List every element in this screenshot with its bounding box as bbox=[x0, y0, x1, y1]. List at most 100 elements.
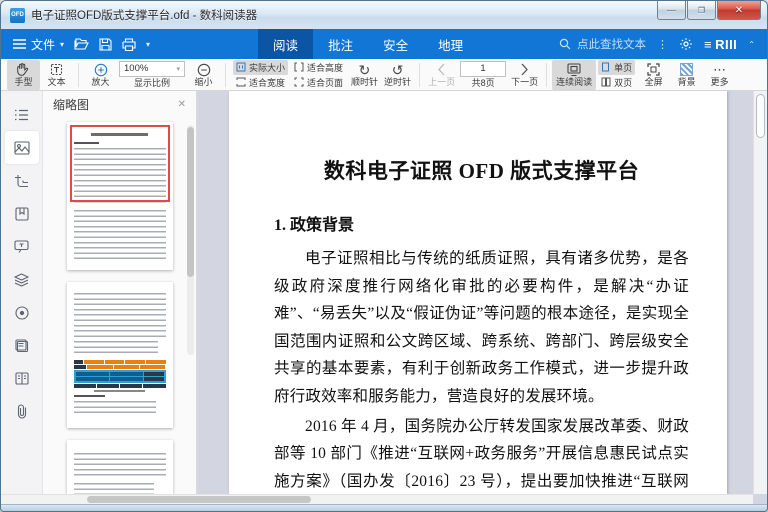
file-menu-label: 文件 bbox=[31, 36, 55, 53]
more-icon: ⋯ bbox=[713, 62, 726, 77]
double-page-icon bbox=[601, 77, 611, 87]
zoom-scale-label: 显示比例 bbox=[134, 78, 170, 89]
search-placeholder: 点此查找文本 bbox=[577, 36, 646, 52]
chevron-down-icon: ▾ bbox=[60, 40, 64, 49]
thumbnail-page-1[interactable] bbox=[67, 122, 173, 270]
quickbar-expand-icon[interactable]: ▾ bbox=[146, 40, 150, 49]
thumbnail-page-2[interactable] bbox=[67, 282, 173, 428]
destination-panel-icon[interactable] bbox=[5, 296, 39, 329]
document-view[interactable]: 数科电子证照 OFD 版式支撑平台 1. 政策背景 电子证照相比与传统的纸质证照… bbox=[197, 91, 767, 504]
document-page[interactable]: 数科电子证照 OFD 版式支撑平台 1. 政策背景 电子证照相比与传统的纸质证照… bbox=[229, 91, 727, 504]
print-icon[interactable] bbox=[122, 38, 136, 51]
text-select-icon bbox=[50, 62, 63, 77]
sidebar-icon-strip bbox=[1, 91, 43, 504]
tab-annotate[interactable]: 批注 bbox=[313, 29, 368, 59]
zoom-level-select[interactable]: 100% ▾ bbox=[119, 61, 185, 77]
text-tool-label: 文本 bbox=[47, 77, 65, 88]
rotate-cw-label: 顺时针 bbox=[351, 77, 378, 88]
rotate-clockwise-button[interactable]: ↻ 顺时针 bbox=[348, 60, 381, 90]
fullscreen-button[interactable]: 全屏 bbox=[637, 60, 670, 90]
tab-read[interactable]: 阅读 bbox=[258, 29, 313, 59]
horizontal-scrollbar[interactable] bbox=[1, 494, 753, 504]
horizontal-scrollbar-thumb[interactable] bbox=[87, 496, 311, 503]
tab-security[interactable]: 安全 bbox=[368, 29, 423, 59]
fit-height-icon bbox=[294, 62, 304, 72]
main-content: 缩略图 ✕ bbox=[1, 91, 767, 504]
minimize-button[interactable]: — bbox=[657, 1, 686, 20]
fit-width-icon bbox=[236, 77, 246, 87]
search-icon bbox=[559, 38, 571, 50]
previous-page-icon bbox=[437, 62, 446, 77]
fit-page-icon bbox=[294, 77, 304, 87]
pages-panel-icon[interactable] bbox=[5, 362, 39, 395]
previous-page-button[interactable]: 上一页 bbox=[425, 60, 458, 90]
close-icon: ✕ bbox=[735, 5, 743, 16]
single-page-button[interactable]: 单页 bbox=[598, 60, 635, 75]
save-icon[interactable] bbox=[99, 38, 112, 51]
thumbnail-panel-close-icon[interactable]: ✕ bbox=[178, 99, 186, 110]
close-button[interactable]: ✕ bbox=[717, 1, 761, 20]
thumbnail-scrollbar[interactable] bbox=[187, 125, 194, 355]
continuous-reading-icon bbox=[567, 62, 581, 77]
page-number-combo: 共8页 bbox=[460, 61, 506, 89]
thumbnail-panel: 缩略图 ✕ bbox=[43, 91, 197, 504]
fit-width-button[interactable]: 适合宽度 bbox=[233, 75, 288, 90]
document-scrollbar-thumb[interactable] bbox=[756, 94, 765, 138]
bookmark-panel-icon[interactable] bbox=[5, 197, 39, 230]
hand-icon bbox=[17, 62, 30, 77]
search-field[interactable]: 点此查找文本 bbox=[559, 36, 646, 52]
zoom-in-button[interactable]: 放大 bbox=[84, 60, 117, 90]
page-number-input[interactable] bbox=[460, 61, 506, 77]
thumbnails-panel-icon[interactable] bbox=[5, 131, 39, 164]
section-heading: 1. 政策背景 bbox=[274, 211, 689, 235]
collapse-ribbon-icon[interactable]: ⌃ bbox=[748, 40, 755, 49]
background-button[interactable]: 背景 bbox=[670, 60, 703, 90]
zoom-out-icon bbox=[197, 62, 211, 77]
document-title: 数科电子证照 OFD 版式支撑平台 bbox=[274, 155, 689, 185]
single-page-icon bbox=[601, 62, 611, 72]
layers-panel-icon[interactable] bbox=[5, 263, 39, 296]
attachment-panel-icon[interactable] bbox=[5, 395, 39, 428]
more-button[interactable]: ⋯ 更多 bbox=[703, 60, 736, 90]
title-bar[interactable]: OFD 电子证照OFD版式支撑平台.ofd - 数科阅读器 — ❐ ✕ bbox=[1, 1, 767, 29]
zoom-value: 100% bbox=[124, 63, 148, 74]
stamp-panel-icon[interactable] bbox=[5, 329, 39, 362]
zoom-in-icon bbox=[94, 62, 108, 77]
window-bottom-frame bbox=[1, 504, 767, 511]
panel-toggle-icon[interactable] bbox=[5, 98, 39, 131]
comment-panel-icon[interactable] bbox=[5, 230, 39, 263]
more-options-icon[interactable]: ⋮ bbox=[657, 38, 668, 51]
hand-tool-button[interactable]: 手型 bbox=[7, 60, 40, 90]
actual-size-button[interactable]: 实际大小 bbox=[233, 60, 288, 75]
zoom-out-button[interactable]: 缩小 bbox=[187, 60, 220, 90]
double-page-button[interactable]: 双页 bbox=[598, 75, 635, 90]
open-file-icon[interactable] bbox=[74, 38, 89, 50]
settings-gear-icon[interactable] bbox=[679, 37, 693, 51]
window-title: 电子证照OFD版式支撑平台.ofd - 数科阅读器 bbox=[31, 7, 257, 23]
outline-panel-icon[interactable] bbox=[5, 164, 39, 197]
actual-size-icon bbox=[236, 62, 246, 72]
background-icon bbox=[680, 62, 693, 77]
zoom-dropdown-icon: ▾ bbox=[176, 65, 180, 73]
zoom-level-combo: 100% ▾ 显示比例 bbox=[119, 61, 185, 89]
toolbar: 手型 文本 放大 100% ▾ 显示比例 缩小 bbox=[1, 59, 767, 91]
viewport-indicator[interactable] bbox=[70, 125, 170, 202]
hamburger-icon bbox=[13, 39, 26, 49]
file-menu-button[interactable]: 文件 ▾ bbox=[13, 36, 64, 53]
background-label: 背景 bbox=[678, 77, 696, 88]
tab-geography[interactable]: 地理 bbox=[423, 29, 478, 59]
previous-page-label: 上一页 bbox=[428, 77, 455, 88]
maximize-button[interactable]: ❐ bbox=[687, 1, 716, 20]
app-window: OFD 电子证照OFD版式支撑平台.ofd - 数科阅读器 — ❐ ✕ 文件 ▾ bbox=[0, 0, 768, 512]
text-tool-button[interactable]: 文本 bbox=[40, 60, 73, 90]
continuous-reading-label: 连续阅读 bbox=[556, 77, 592, 88]
document-scrollbar[interactable] bbox=[753, 91, 767, 494]
thumbnail-panel-title: 缩略图 bbox=[53, 96, 89, 113]
next-page-button[interactable]: 下一页 bbox=[508, 60, 541, 90]
continuous-reading-button[interactable]: 连续阅读 bbox=[552, 60, 596, 90]
fit-page-button[interactable]: 适合页面 bbox=[291, 75, 346, 90]
thumbnail-page-3[interactable] bbox=[67, 440, 173, 500]
maximize-icon: ❐ bbox=[698, 6, 705, 15]
fit-height-button[interactable]: 适合高度 bbox=[291, 60, 346, 75]
rotate-counterclockwise-button[interactable]: ↺ 逆时针 bbox=[381, 60, 414, 90]
